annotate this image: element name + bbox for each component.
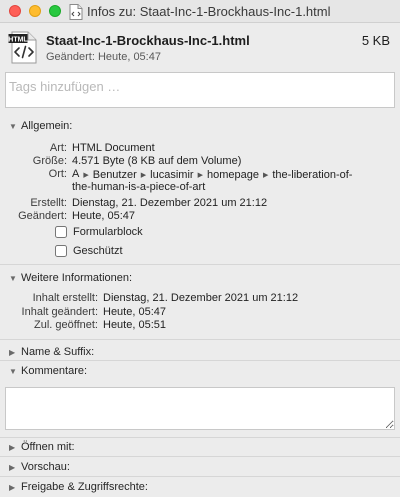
- kind-value: HTML Document: [72, 142, 155, 154]
- section-sharing-header[interactable]: ▶ Freigabe & Zugriffsrechte:: [0, 478, 400, 496]
- path-item: A: [72, 168, 80, 180]
- kind-label: Art:: [49, 142, 67, 154]
- disclosure-triangle-closed-icon[interactable]: ▶: [9, 348, 21, 357]
- section-name-ext-header[interactable]: ▶ Name & Suffix:: [0, 343, 400, 361]
- title-bar: Infos zu: Staat-Inc-1-Brockhaus-Inc-1.ht…: [0, 0, 400, 23]
- path-continuation: the-human-is-a-piece-of-art: [72, 181, 206, 193]
- path-item: homepage: [206, 169, 259, 181]
- disclosure-triangle-closed-icon[interactable]: ▶: [9, 463, 21, 472]
- modified-value: Heute, 05:47: [72, 210, 135, 222]
- comments-textarea[interactable]: [5, 387, 395, 430]
- tags-input[interactable]: [6, 75, 394, 97]
- locked-checkbox-row[interactable]: Geschützt: [55, 245, 123, 257]
- section-more-info-title: Weitere Informationen:: [21, 272, 133, 284]
- divider: [0, 264, 400, 265]
- section-open-with-header[interactable]: ▶ Öffnen mit:: [0, 438, 400, 456]
- path-breadcrumb: A ▶ Benutzer ▶ lucasimir ▶ homepage ▶ the-libera…: [72, 168, 352, 181]
- locked-checkbox[interactable]: [55, 245, 67, 257]
- divider: [0, 339, 400, 340]
- disclosure-triangle-open-icon[interactable]: ▼: [9, 122, 21, 131]
- content-created-label: Inhalt erstellt:: [32, 292, 98, 304]
- section-preview-title: Vorschau:: [21, 461, 70, 473]
- path-item: the-liberation-of-: [272, 169, 353, 181]
- disclosure-triangle-open-icon[interactable]: ▼: [9, 274, 21, 283]
- content-created-value: Dienstag, 21. Dezember 2021 um 21:12: [103, 292, 299, 304]
- divider: [0, 360, 400, 361]
- path-item: lucasimir: [150, 169, 194, 181]
- size-value: 4.571 Byte (8 KB auf dem Volume): [72, 155, 242, 167]
- path-arrow-icon: ▶: [140, 172, 147, 179]
- window-title-text: Infos zu: Staat-Inc-1-Brockhaus-Inc-1.ht…: [87, 4, 331, 19]
- disclosure-triangle-closed-icon[interactable]: ▶: [9, 483, 21, 492]
- section-general-header[interactable]: ▼ Allgemein:: [0, 117, 400, 135]
- path-arrow-icon: ▶: [262, 172, 269, 179]
- file-name: Staat-Inc-1-Brockhaus-Inc-1.html: [46, 33, 250, 48]
- path-arrow-icon: ▶: [197, 172, 203, 179]
- html-document-icon: HTML: [8, 31, 37, 64]
- section-open-with-title: Öffnen mit:: [21, 441, 75, 453]
- section-general-title: Allgemein:: [21, 120, 73, 132]
- stationery-checkbox-row[interactable]: Formularblock: [55, 226, 143, 238]
- stationery-label: Formularblock: [73, 226, 143, 238]
- content-modified-label: Inhalt geändert:: [21, 306, 98, 318]
- created-value: Dienstag, 21. Dezember 2021 um 21:12: [72, 197, 268, 209]
- section-comments-header[interactable]: ▼ Kommentare:: [0, 362, 400, 380]
- file-header: HTML Staat-Inc-1-Brockhaus-Inc-1.html 5 …: [0, 23, 400, 67]
- created-label: Erstellt:: [30, 197, 67, 209]
- file-modified: Geändert: Heute, 05:47: [46, 51, 161, 63]
- last-opened-label: Zul. geöffnet:: [33, 319, 98, 331]
- divider: [0, 476, 400, 477]
- section-name-ext-title: Name & Suffix:: [21, 346, 95, 358]
- content-modified-value: Heute, 05:47: [103, 306, 166, 318]
- close-button[interactable]: [9, 5, 21, 17]
- zoom-button[interactable]: [49, 5, 61, 17]
- divider: [0, 456, 400, 457]
- html-badge: HTML: [8, 37, 28, 44]
- disclosure-triangle-open-icon[interactable]: ▼: [9, 367, 21, 376]
- last-opened-value: Heute, 05:51: [103, 319, 166, 331]
- file-size: 5 KB: [361, 33, 390, 48]
- tags-field-box: [5, 72, 395, 108]
- window-title: Infos zu: Staat-Inc-1-Brockhaus-Inc-1.ht…: [69, 3, 330, 20]
- path-arrow-icon: ▶: [83, 172, 89, 179]
- section-preview-header[interactable]: ▶ Vorschau:: [0, 458, 400, 476]
- modified-label: Geändert:: [18, 210, 67, 222]
- where-label: Ort:: [48, 168, 67, 180]
- html-file-icon: [69, 3, 83, 20]
- minimize-button[interactable]: [29, 5, 41, 17]
- section-sharing-title: Freigabe & Zugriffsrechte:: [21, 481, 148, 493]
- stationery-checkbox[interactable]: [55, 226, 67, 238]
- disclosure-triangle-closed-icon[interactable]: ▶: [9, 443, 21, 452]
- section-comments-title: Kommentare:: [21, 365, 88, 377]
- locked-label: Geschützt: [73, 245, 123, 257]
- section-more-info-header[interactable]: ▼ Weitere Informationen:: [0, 269, 400, 287]
- path-item: Benutzer: [92, 169, 137, 181]
- size-label: Größe:: [32, 155, 67, 167]
